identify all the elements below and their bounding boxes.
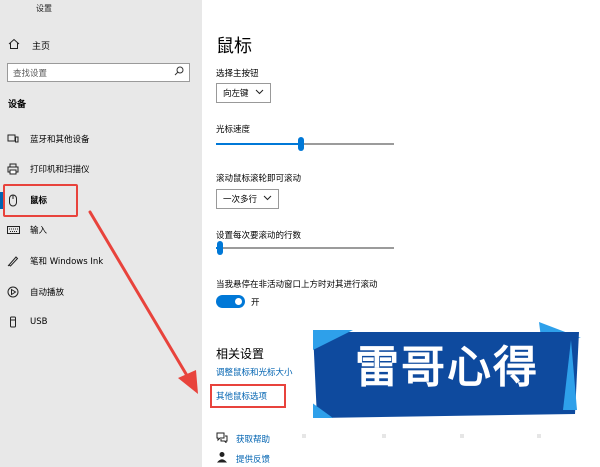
watermark-stamp: 雷哥心得: [313, 322, 581, 418]
stamp-text: 雷哥心得: [355, 342, 539, 393]
